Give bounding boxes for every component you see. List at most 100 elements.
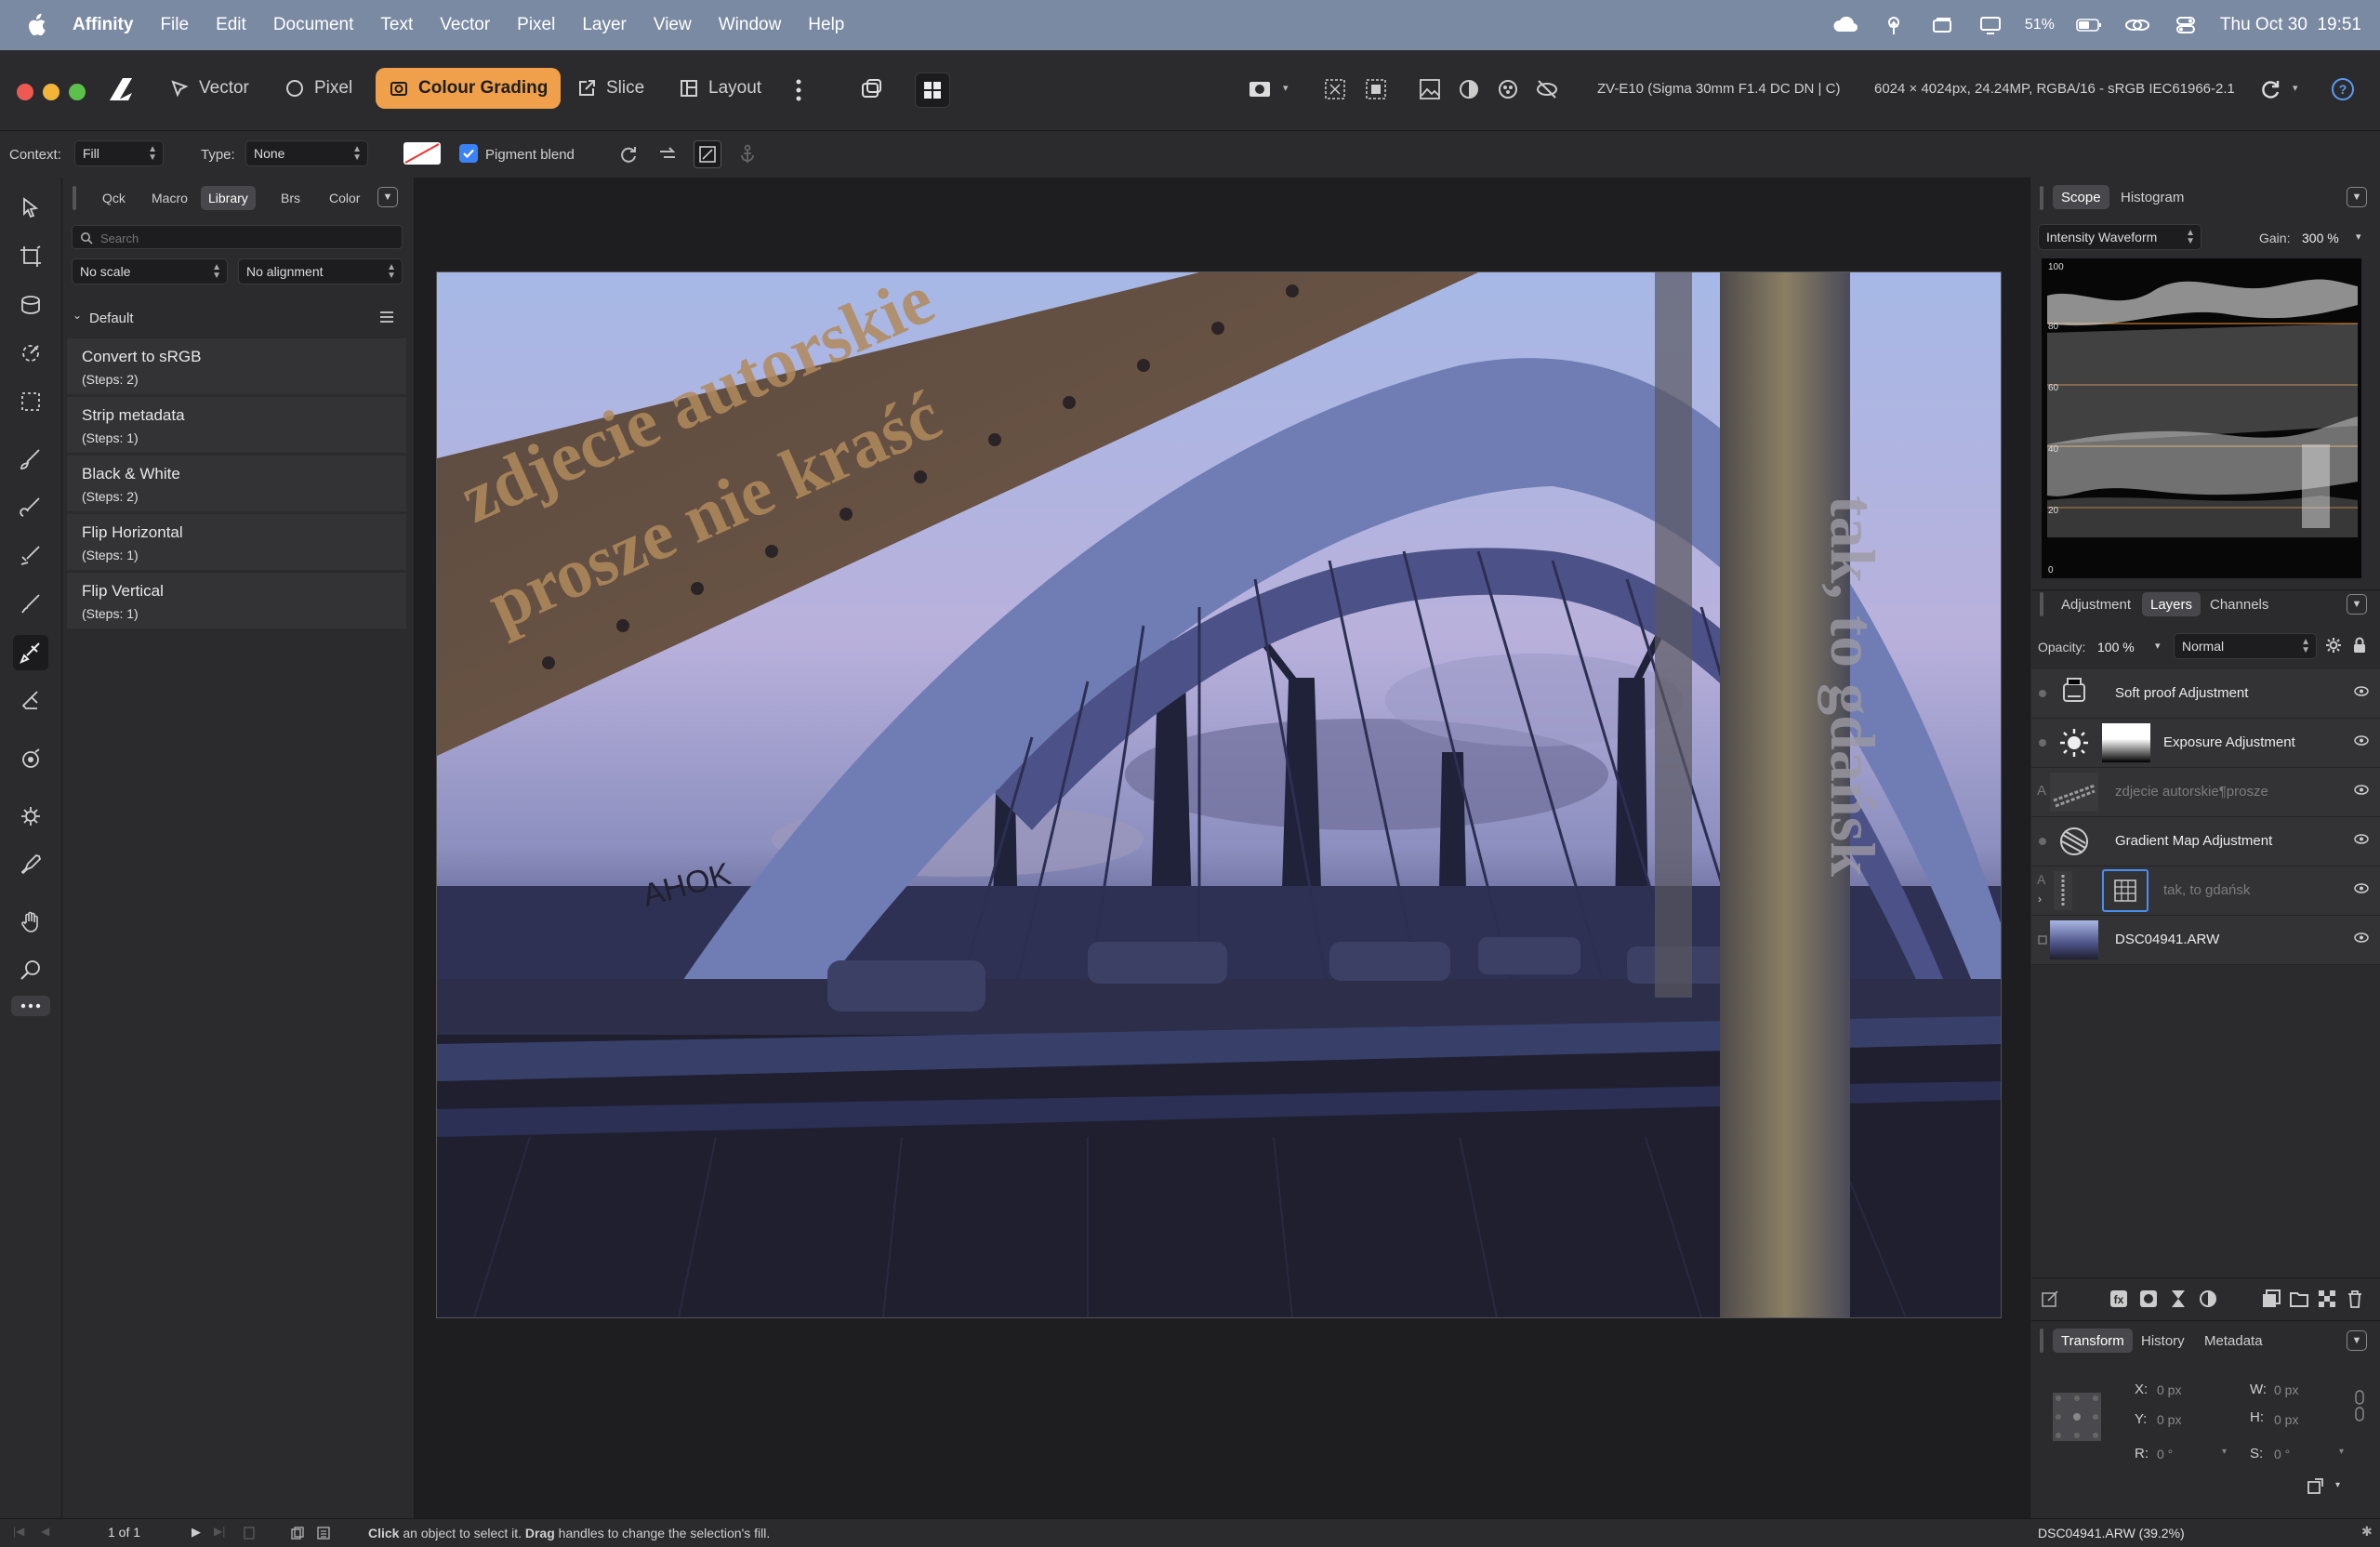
gain-value[interactable]: 300 % — [2302, 231, 2339, 245]
tab-color[interactable]: Color — [322, 186, 367, 210]
menu-document[interactable]: Document — [273, 15, 354, 35]
layer-row[interactable]: A zdjecie autorskie¶prosze — [2031, 768, 2380, 817]
transform-panel-chevron-icon[interactable]: ▼ — [2347, 1330, 2367, 1351]
alignment-select[interactable]: No alignment ▲ ▼ — [238, 258, 403, 284]
type-select[interactable]: None ▲ ▼ — [245, 140, 368, 166]
visibility-dot-icon[interactable] — [2037, 688, 2048, 699]
panel-grip[interactable] — [2040, 186, 2043, 210]
previous-page-icon[interactable]: ◀ — [41, 1525, 49, 1538]
library-search-input[interactable] — [99, 228, 400, 248]
airdrop-icon[interactable] — [1880, 15, 1908, 35]
anchor-button[interactable] — [736, 143, 759, 165]
panel-grip[interactable] — [73, 186, 76, 210]
affinity-logo-icon[interactable] — [104, 73, 138, 106]
tab-histogram[interactable]: Histogram — [2112, 185, 2192, 209]
y-field[interactable]: 0 px — [2157, 1412, 2181, 1427]
control-center-icon[interactable] — [2172, 15, 2200, 35]
tab-channels[interactable]: Channels — [2202, 592, 2277, 616]
rotation-dropdown-chevron-icon[interactable]: ▾ — [2222, 1447, 2227, 1457]
opacity-value[interactable]: 100 % — [2097, 640, 2135, 654]
layout-persona-button[interactable]: Layout — [666, 68, 774, 109]
smudge-tool[interactable] — [13, 587, 48, 622]
menu-text[interactable]: Text — [380, 15, 413, 35]
sync-button[interactable] — [2254, 73, 2287, 106]
color-picker-tool[interactable] — [13, 847, 48, 882]
menu-layer[interactable]: Layer — [582, 15, 627, 35]
colour-grading-persona-button[interactable]: Colour Grading — [376, 68, 562, 109]
close-window-button[interactable] — [17, 84, 33, 100]
panel-grip[interactable] — [2040, 592, 2043, 616]
mask-layer-icon[interactable] — [2138, 1289, 2159, 1309]
reverse-fill-button[interactable] — [656, 143, 679, 165]
creative-cloud-icon[interactable] — [1831, 15, 1859, 35]
pin-icon[interactable]: ✱ — [2361, 1524, 2373, 1540]
transform-options-chevron-icon[interactable]: ▾ — [2335, 1480, 2340, 1490]
zoom-window-button[interactable] — [69, 84, 86, 100]
pigment-blend-checkbox[interactable] — [459, 144, 478, 163]
hide-selection-button[interactable] — [1530, 73, 1564, 106]
clock[interactable]: Thu Oct 30 19:51 — [2220, 15, 2361, 35]
more-options-icon[interactable] — [794, 76, 803, 104]
last-page-icon[interactable]: ▶| — [214, 1525, 225, 1538]
category-header[interactable]: ⌄ Default — [67, 303, 406, 333]
hourglass-icon[interactable] — [2168, 1289, 2188, 1309]
document-photo[interactable]: AHOK zdjecie autorskie prosze nie kraść … — [436, 271, 2002, 1318]
vector-persona-button[interactable]: Vector — [156, 68, 262, 109]
tab-layers[interactable]: Layers — [2142, 592, 2202, 616]
zoom-tool[interactable] — [13, 953, 48, 988]
mask-mode-button[interactable] — [1244, 73, 1277, 106]
eye-icon[interactable] — [2354, 834, 2369, 844]
tab-transform[interactable]: Transform — [2053, 1329, 2133, 1353]
fill-swatch[interactable] — [403, 142, 441, 165]
layer-row[interactable]: DSC04941.ARW — [2031, 916, 2380, 965]
expand-chevron-icon[interactable]: › — [2038, 892, 2042, 906]
slice-persona-button[interactable]: Slice — [563, 68, 657, 109]
edit-layer-icon[interactable] — [2040, 1289, 2060, 1309]
anchor-point-selector[interactable] — [2053, 1393, 2101, 1441]
first-page-icon[interactable]: |◀ — [13, 1525, 24, 1538]
menu-help[interactable]: Help — [808, 15, 844, 35]
context-select[interactable]: Fill ▲ ▼ — [74, 140, 164, 166]
move-tool[interactable] — [13, 191, 48, 226]
paint-brush-tool[interactable] — [13, 442, 48, 477]
flood-select-tool[interactable] — [13, 336, 48, 371]
page-icon[interactable] — [242, 1526, 257, 1540]
scope-mode-select[interactable]: Intensity Waveform ▲ ▼ — [2038, 224, 2202, 250]
battery-icon[interactable] — [2075, 15, 2103, 35]
panel-menu-chevron-icon[interactable]: ▼ — [377, 187, 398, 207]
eye-icon[interactable] — [2354, 883, 2369, 893]
display-icon[interactable] — [1977, 15, 2004, 35]
menu-file[interactable]: File — [160, 15, 189, 35]
stage-manager-icon[interactable] — [1928, 15, 1956, 35]
layer-row[interactable]: Soft proof Adjustment — [2031, 669, 2380, 719]
eye-icon[interactable] — [2354, 735, 2369, 746]
snapping-grid-button[interactable] — [915, 73, 950, 108]
h-field[interactable]: 0 px — [2274, 1412, 2298, 1427]
menu-vector[interactable]: Vector — [440, 15, 490, 35]
dodge-tool[interactable] — [13, 490, 48, 525]
transform-origin-icon[interactable] — [2306, 1476, 2326, 1497]
link-icon[interactable] — [2123, 15, 2151, 35]
macro-item[interactable]: Flip Vertical (Steps: 1) — [67, 573, 406, 630]
crop-tool[interactable] — [13, 239, 48, 274]
live-filter-button[interactable] — [1491, 73, 1525, 106]
eye-icon[interactable] — [2354, 686, 2369, 696]
opacity-dropdown-chevron-icon[interactable]: ▾ — [2155, 640, 2161, 652]
eye-icon[interactable] — [2354, 932, 2369, 943]
tab-metadata[interactable]: Metadata — [2196, 1329, 2271, 1353]
link-aspect-icon[interactable] — [2354, 1389, 2365, 1422]
w-field[interactable]: 0 px — [2274, 1382, 2298, 1397]
visibility-dot-icon[interactable] — [2037, 737, 2048, 748]
scope-panel-chevron-icon[interactable]: ▼ — [2347, 187, 2367, 207]
select-none-button[interactable] — [1318, 73, 1352, 106]
tab-history[interactable]: History — [2133, 1329, 2193, 1353]
eye-icon[interactable] — [2354, 785, 2369, 795]
macro-item[interactable]: Black & White (Steps: 2) — [67, 456, 406, 513]
new-adjustment-icon[interactable] — [2198, 1289, 2218, 1309]
layers-panel-chevron-icon[interactable]: ▼ — [2347, 594, 2367, 615]
select-all-button[interactable] — [1359, 73, 1393, 106]
hamburger-menu-icon[interactable] — [379, 311, 394, 324]
page-list-icon[interactable] — [316, 1526, 331, 1540]
scale-select[interactable]: No scale ▲ ▼ — [72, 258, 228, 284]
apple-icon[interactable] — [26, 13, 46, 37]
